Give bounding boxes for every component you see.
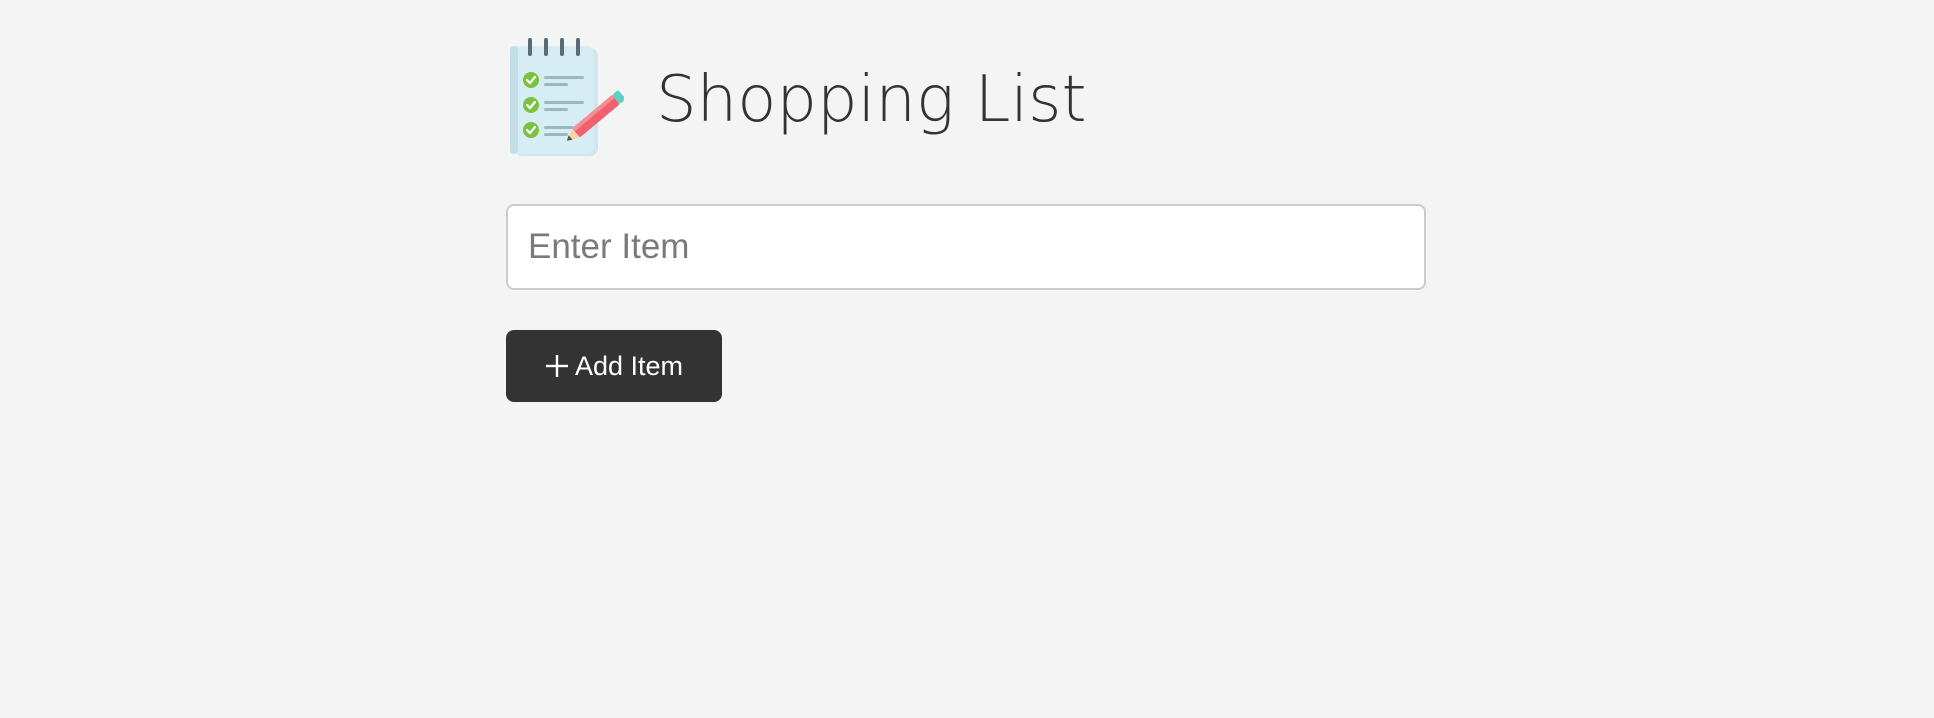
add-item-button[interactable]: Add Item bbox=[506, 330, 722, 402]
app-header: Shopping List bbox=[506, 38, 1087, 162]
item-form: Add Item bbox=[506, 204, 1426, 402]
page-title: Shopping List bbox=[656, 63, 1087, 137]
notepad-checklist-icon bbox=[506, 38, 626, 162]
add-item-button-label: Add Item bbox=[574, 350, 684, 381]
item-input[interactable] bbox=[506, 204, 1426, 290]
plus-icon bbox=[545, 354, 569, 378]
